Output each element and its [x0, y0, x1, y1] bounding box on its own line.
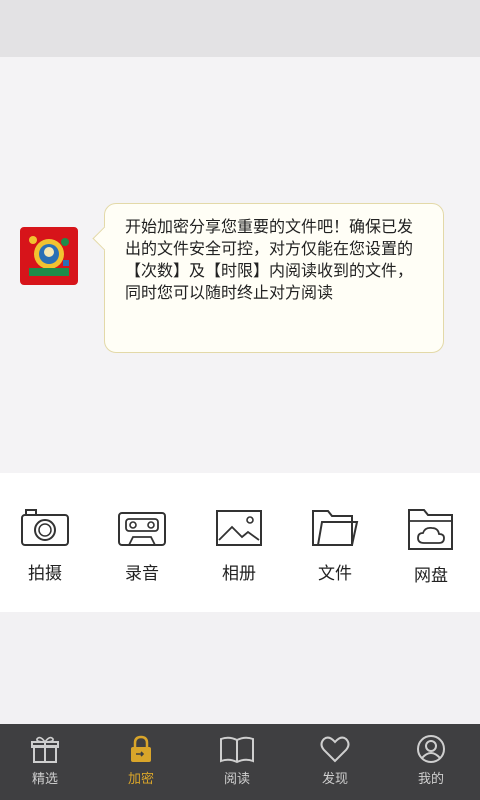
tool-netdisk-button[interactable]: 网盘 [396, 507, 466, 586]
tab-label: 发现 [321, 772, 348, 787]
book-icon [220, 736, 254, 764]
avatar-image [23, 230, 75, 282]
bottom-tab-bar: 精选 加密 阅读 发现 我的 [0, 724, 480, 800]
tab-label: 精选 [31, 772, 58, 787]
heart-icon [320, 736, 350, 763]
folder-icon [312, 510, 359, 546]
tool-label: 相册 [222, 564, 256, 584]
tab-label: 阅读 [223, 772, 250, 787]
tool-label: 拍摄 [28, 564, 62, 584]
cassette-icon [118, 512, 166, 546]
top-status-bar [0, 0, 480, 57]
tab-mine[interactable]: 我的 [391, 734, 471, 787]
tool-label: 录音 [125, 564, 159, 584]
lock-icon [131, 735, 151, 762]
tool-record-button[interactable]: 录音 [107, 507, 177, 584]
camera-icon [21, 509, 69, 546]
tab-read[interactable]: 阅读 [197, 734, 277, 787]
tab-discover[interactable]: 发现 [295, 734, 375, 787]
image-icon [216, 510, 262, 546]
tab-label: 我的 [417, 772, 444, 787]
tab-encrypt[interactable]: 加密 [101, 734, 181, 787]
tool-file-button[interactable]: 文件 [300, 507, 370, 584]
tab-label: 加密 [127, 772, 154, 787]
message-bubble: 开始加密分享您重要的文件吧！确保已发出的文件安全可控，对方仅能在您设置的【次数】… [104, 203, 444, 353]
tool-album-button[interactable]: 相册 [204, 507, 274, 584]
avatar[interactable] [20, 227, 78, 285]
gift-icon [31, 736, 59, 763]
tab-featured[interactable]: 精选 [5, 734, 85, 787]
user-icon [417, 735, 445, 763]
cloud-folder-icon [408, 509, 453, 550]
message-text: 开始加密分享您重要的文件吧！确保已发出的文件安全可控，对方仅能在您设置的【次数】… [125, 217, 414, 302]
tool-label: 网盘 [414, 566, 448, 586]
empty-area [0, 612, 480, 724]
attachment-toolbar: 拍摄 录音 相册 文件 网盘 [0, 473, 480, 612]
tool-camera-button[interactable]: 拍摄 [10, 507, 80, 584]
tool-label: 文件 [318, 564, 352, 584]
